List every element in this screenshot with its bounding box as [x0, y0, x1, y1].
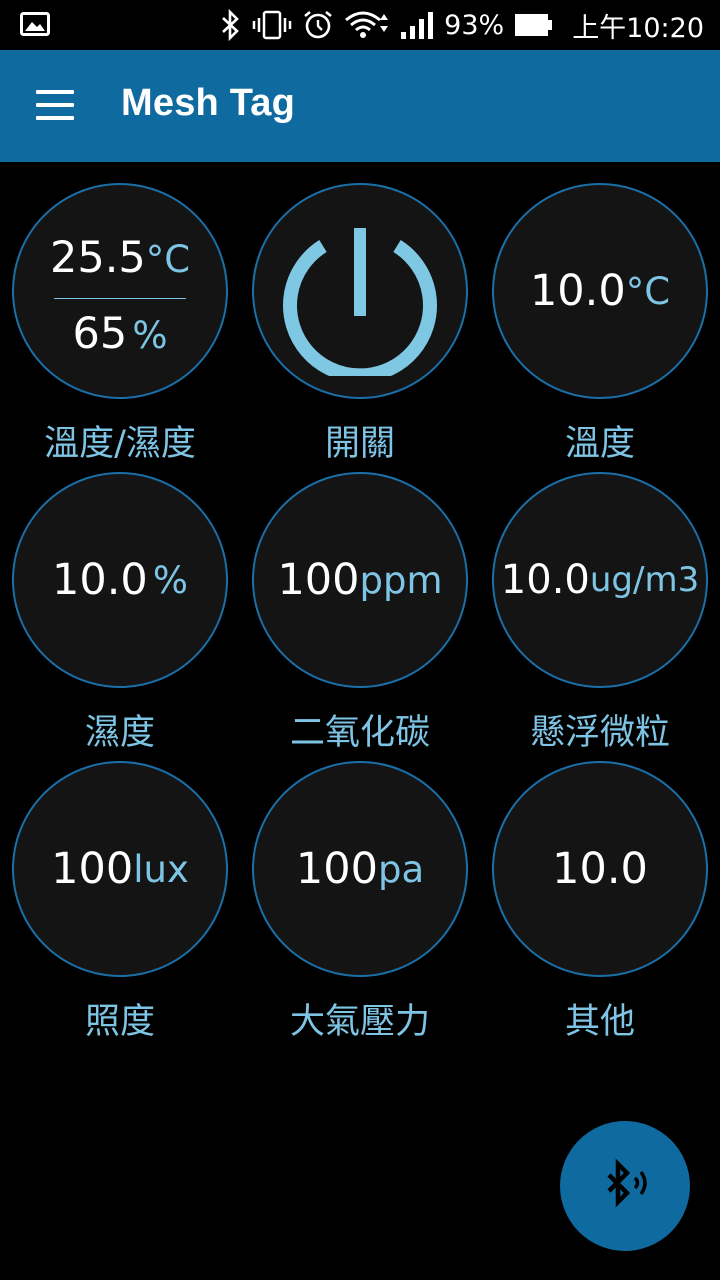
status-bar: 93% 上午10:20: [0, 0, 720, 50]
tile-switch: 開關: [245, 183, 475, 473]
wifi-icon: [344, 10, 390, 40]
tile-label: 二氧化碳: [289, 713, 430, 753]
unit: °C: [625, 269, 671, 313]
signal-icon: [400, 10, 434, 40]
clock: 上午10:20: [572, 12, 704, 44]
hamburger-menu-icon[interactable]: [36, 90, 76, 122]
value: 100: [51, 844, 134, 894]
value: 10.0: [500, 557, 590, 603]
co2-button[interactable]: 100 ppm: [252, 472, 468, 688]
app-bar: Mesh Tag: [0, 50, 720, 162]
pressure-button[interactable]: 100 pa: [252, 761, 468, 977]
tile-label: 照度: [84, 1002, 155, 1042]
temp-humidity-button[interactable]: 25.5°C 65 %: [12, 183, 228, 399]
temperature-button[interactable]: 10.0 °C: [492, 183, 708, 399]
bluetooth-scan-button[interactable]: [560, 1121, 690, 1251]
tile-label: 大氣壓力: [289, 1002, 430, 1042]
divider: [54, 298, 186, 299]
pm-button[interactable]: 10.0 ug/m3: [492, 472, 708, 688]
tile-label: 其他: [564, 1002, 635, 1042]
bluetooth-searching-icon: [607, 1158, 647, 1208]
tile-label: 懸浮微粒: [529, 713, 670, 753]
value: 10.0: [552, 844, 648, 894]
humidity-button[interactable]: 10.0 %: [12, 472, 228, 688]
tile-other: 10.0 其他: [485, 761, 715, 1051]
unit: pa: [377, 847, 425, 891]
image-icon: [20, 12, 50, 40]
tile-illuminance: 100 lux 照度: [5, 761, 235, 1051]
tile-label: 溫度/濕度: [44, 424, 196, 464]
value: 10.0: [51, 555, 148, 605]
app-title: Mesh Tag: [121, 82, 296, 124]
other-button[interactable]: 10.0: [492, 761, 708, 977]
battery-icon: [514, 12, 554, 38]
tile-pressure: 100 pa 大氣壓力: [245, 761, 475, 1051]
vibrate-icon: [252, 10, 292, 40]
tile-humidity: 10.0 % 濕度: [5, 472, 235, 762]
power-button[interactable]: [252, 183, 468, 399]
humidity-unit: %: [132, 314, 168, 357]
battery-percent: 93%: [444, 9, 505, 41]
unit: %: [152, 558, 188, 602]
tile-label: 開關: [324, 424, 395, 464]
temperature-value: 25.5: [50, 233, 146, 283]
tile-label: 溫度: [564, 424, 635, 464]
tile-temp-humidity: 25.5°C 65 % 溫度/濕度: [5, 183, 235, 473]
alarm-icon: [302, 9, 334, 41]
unit: lux: [133, 847, 189, 891]
temperature-unit: °C: [145, 238, 191, 281]
value: 10.0: [529, 266, 626, 316]
unit: ug/m3: [589, 560, 700, 600]
value: 100: [277, 555, 360, 605]
bluetooth-icon: [220, 9, 242, 41]
illuminance-button[interactable]: 100 lux: [12, 761, 228, 977]
tile-pm: 10.0 ug/m3 懸浮微粒: [485, 472, 715, 762]
value: 100: [295, 844, 378, 894]
power-icon: [283, 228, 437, 376]
tile-co2: 100 ppm 二氧化碳: [245, 472, 475, 762]
tile-temperature: 10.0 °C 溫度: [485, 183, 715, 473]
tile-label: 濕度: [84, 713, 155, 753]
humidity-value: 65: [72, 309, 128, 359]
unit: ppm: [359, 558, 443, 602]
